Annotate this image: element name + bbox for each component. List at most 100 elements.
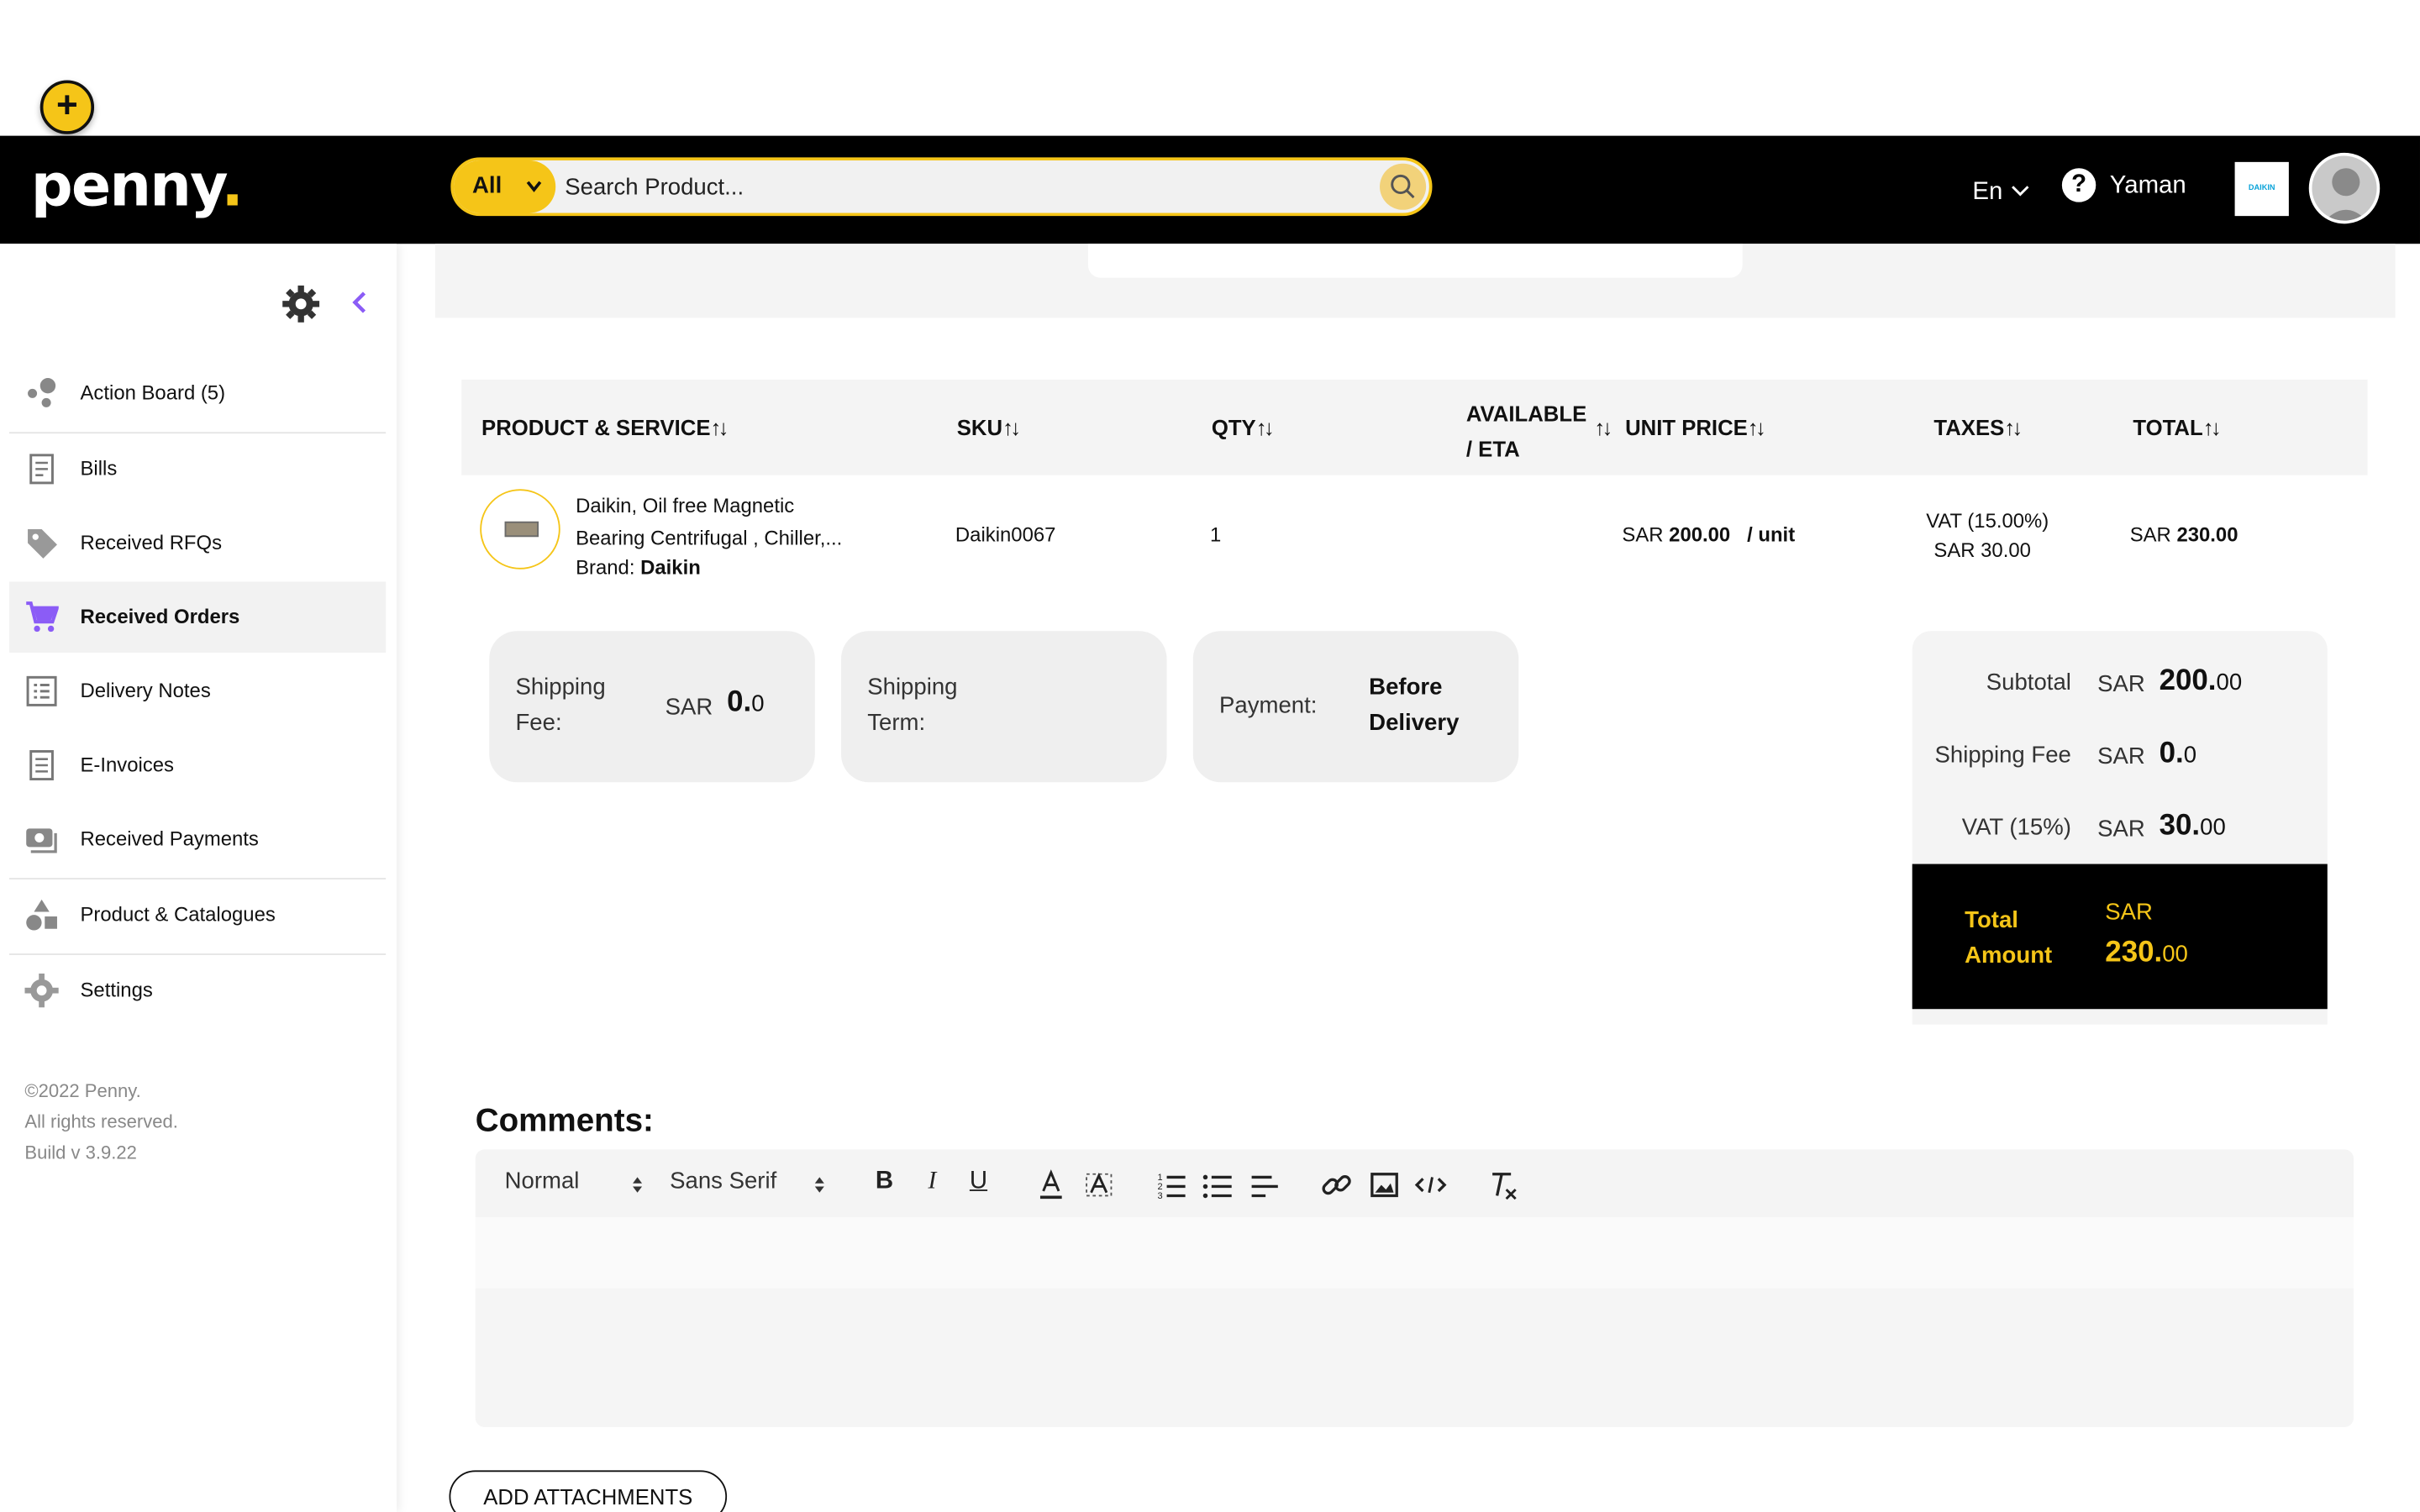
top-bar: penny. All En ? Yaman DAIKIN bbox=[0, 135, 2420, 244]
sort-icon: ↑↓ bbox=[1002, 415, 1021, 440]
sort-icon: ↑↓ bbox=[710, 415, 729, 440]
sort-icon: ↑↓ bbox=[2004, 415, 2023, 440]
sidebar-item-product-catalogues[interactable]: Product & Catalogues bbox=[9, 879, 386, 950]
total-amount-currency: SAR bbox=[2105, 899, 2153, 927]
link-icon[interactable] bbox=[1319, 1168, 1353, 1201]
column-header-product[interactable]: PRODUCT & SERVICE↑↓ bbox=[481, 415, 729, 440]
bills-icon bbox=[29, 454, 54, 485]
subtotal-currency: SAR bbox=[2097, 670, 2145, 698]
column-header-available-sort[interactable]: ↑↓ bbox=[1594, 415, 1612, 440]
sort-icon: ↑↓ bbox=[1255, 415, 1275, 440]
column-header-available[interactable]: AVAILABLE / ETA bbox=[1466, 396, 1586, 467]
vat-label: VAT (15%) bbox=[1961, 814, 2071, 842]
product-name-line-1: Daikin, Oil free Magnetic bbox=[576, 493, 795, 517]
bold-icon[interactable]: B bbox=[867, 1168, 901, 1201]
sidebar-item-received-rfqs[interactable]: Received RFQs bbox=[9, 507, 386, 578]
order-info-card bbox=[1087, 244, 1743, 278]
language-selector[interactable]: En bbox=[1972, 179, 2031, 207]
comment-editor-line[interactable] bbox=[475, 1217, 2354, 1289]
sidebar-item-e-invoices[interactable]: E-Invoices bbox=[9, 730, 386, 801]
sidebar-item-bills[interactable]: Bills bbox=[9, 433, 386, 504]
text-format-select[interactable]: Normal bbox=[505, 1168, 647, 1194]
sidebar-item-settings[interactable]: Settings bbox=[9, 955, 386, 1026]
sidebar-item-action-board[interactable]: Action Board (5) bbox=[9, 358, 386, 428]
bullet-list-icon[interactable] bbox=[1201, 1168, 1234, 1201]
chiller-image-icon bbox=[504, 521, 539, 538]
search-button[interactable] bbox=[1380, 163, 1427, 210]
column-header-taxes[interactable]: TAXES↑↓ bbox=[1933, 415, 2023, 440]
sidebar-settings-gear-icon[interactable] bbox=[282, 285, 320, 330]
sidebar-item-label: Product & Catalogues bbox=[80, 902, 276, 927]
sidebar-item-label: Settings bbox=[80, 978, 153, 1002]
company-logo: DAIKIN bbox=[2234, 161, 2289, 217]
select-arrows-icon bbox=[633, 1177, 643, 1193]
language-label: En bbox=[1972, 179, 2003, 206]
column-header-qty[interactable]: QTY↑↓ bbox=[1212, 415, 1275, 440]
comments-title: Comments: bbox=[475, 1103, 654, 1139]
shipping-fee-currency: SAR bbox=[665, 694, 713, 721]
shipping-fee-summary-currency: SAR bbox=[2097, 743, 2145, 770]
comment-editor-area[interactable] bbox=[475, 1288, 2354, 1427]
image-icon[interactable] bbox=[1367, 1168, 1401, 1201]
cart-icon bbox=[26, 601, 59, 633]
svg-text:3: 3 bbox=[1158, 1191, 1163, 1201]
italic-icon[interactable]: I bbox=[915, 1168, 949, 1201]
font-family-select[interactable]: Sans Serif bbox=[670, 1168, 834, 1194]
text-color-icon[interactable] bbox=[1034, 1168, 1068, 1201]
sidebar-item-label: Received RFQs bbox=[80, 530, 223, 554]
action-board-icon bbox=[28, 377, 56, 407]
build-version: Build v 3.9.22 bbox=[24, 1142, 137, 1163]
sidebar-item-received-orders[interactable]: Received Orders bbox=[9, 581, 387, 653]
column-header-unit-price[interactable]: UNIT PRICE↑↓ bbox=[1625, 415, 1766, 439]
product-tax-name: VAT (15.00%) bbox=[1926, 509, 2049, 533]
money-icon bbox=[26, 828, 57, 853]
ordered-list-icon[interactable]: 123 bbox=[1155, 1168, 1188, 1201]
search-icon bbox=[1391, 174, 1415, 199]
list-icon bbox=[26, 675, 57, 706]
invoice-icon bbox=[29, 750, 54, 781]
shipping-fee-card: Shipping Fee: SAR 0.0 bbox=[489, 631, 815, 783]
penny-logo[interactable]: penny. bbox=[31, 151, 244, 219]
sidebar-item-label: Received Orders bbox=[80, 604, 240, 628]
sidebar: Action Board (5) Bills Received RFQs Rec… bbox=[0, 244, 397, 1512]
code-icon[interactable] bbox=[1413, 1168, 1447, 1201]
total-amount-box: Total Amount SAR 230.00 bbox=[1912, 864, 2328, 1010]
shipping-fee-value: 0.0 bbox=[727, 686, 765, 719]
collapse-sidebar-icon[interactable] bbox=[349, 287, 371, 328]
shipping-fee-summary-label: Shipping Fee bbox=[1934, 742, 2071, 769]
add-attachments-button[interactable]: ADD ATTACHMENTS bbox=[449, 1470, 728, 1512]
shipping-term-label: Shipping bbox=[867, 674, 958, 701]
shipping-fee-summary-value: 0.0 bbox=[2159, 737, 2197, 770]
sidebar-item-received-payments[interactable]: Received Payments bbox=[9, 804, 386, 874]
background-color-icon[interactable] bbox=[1082, 1168, 1116, 1201]
tag-icon bbox=[28, 528, 57, 559]
order-summary: Subtotal SAR 200.00 Shipping Fee SAR 0.0… bbox=[1912, 631, 2328, 1025]
clear-formatting-icon[interactable] bbox=[1486, 1168, 1520, 1201]
help-icon[interactable]: ? bbox=[2061, 168, 2096, 202]
column-header-total[interactable]: TOTAL↑↓ bbox=[2133, 415, 2221, 439]
user-name[interactable]: Yaman bbox=[2110, 173, 2186, 201]
rights-text: All rights reserved. bbox=[24, 1110, 178, 1133]
product-tax-amount: SAR 30.00 bbox=[1933, 538, 2031, 562]
avatar[interactable] bbox=[2308, 152, 2381, 224]
sidebar-item-label: E-Invoices bbox=[80, 753, 175, 776]
underline-icon[interactable]: U bbox=[961, 1168, 995, 1201]
sidebar-item-label: Received Payments bbox=[80, 827, 259, 851]
sidebar-item-label: Bills bbox=[80, 456, 118, 480]
product-thumbnail[interactable] bbox=[480, 489, 560, 570]
align-left-icon[interactable] bbox=[1247, 1168, 1281, 1201]
search-input[interactable] bbox=[565, 168, 1337, 206]
chevron-down-icon bbox=[2012, 186, 2029, 197]
sidebar-item-label: Action Board (5) bbox=[80, 381, 226, 405]
create-new-button[interactable]: + bbox=[39, 80, 95, 134]
product-sku: Daikin0067 bbox=[955, 522, 1056, 547]
select-arrows-icon bbox=[814, 1177, 824, 1193]
sidebar-item-delivery-notes[interactable]: Delivery Notes bbox=[9, 656, 386, 727]
total-amount-label: Total Amount bbox=[1965, 906, 2053, 969]
product-total: SAR 230.00 bbox=[2129, 522, 2238, 547]
sidebar-item-label: Delivery Notes bbox=[80, 679, 211, 702]
column-header-sku[interactable]: SKU↑↓ bbox=[957, 415, 1021, 440]
search-scope-dropdown[interactable]: All bbox=[453, 160, 556, 213]
items-table-header: PRODUCT & SERVICE↑↓ SKU↑↓ QTY↑↓ AVAILABL… bbox=[461, 379, 2368, 475]
sort-icon: ↑↓ bbox=[1594, 415, 1612, 440]
